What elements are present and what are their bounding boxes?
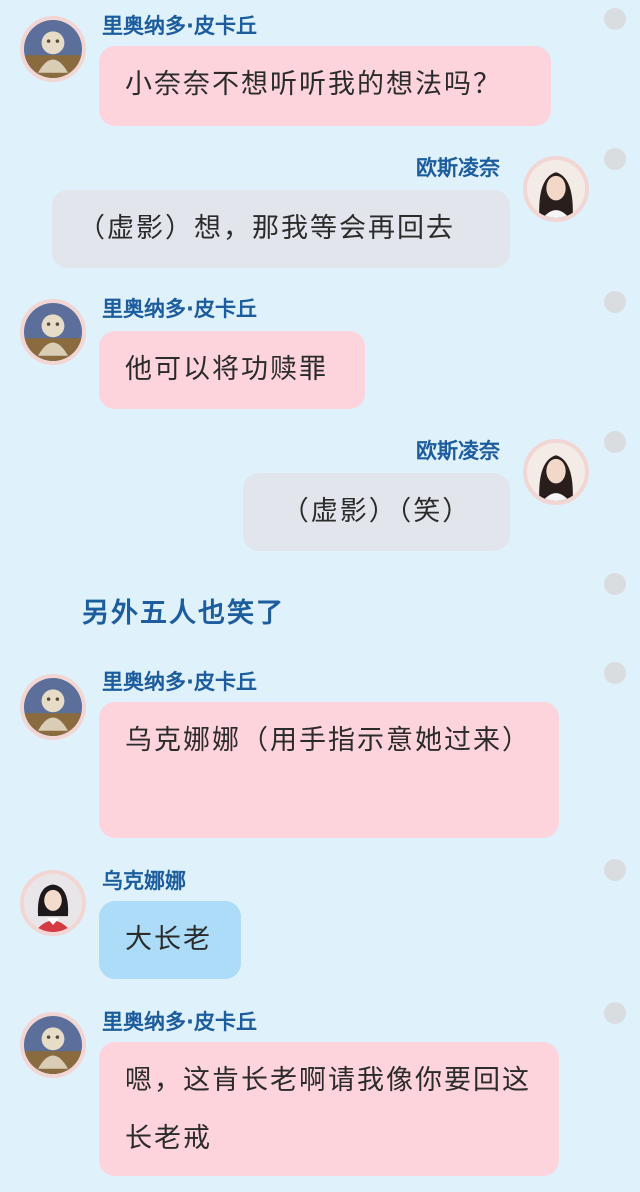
sender-name: 里奥纳多·皮卡丘 xyxy=(102,14,257,38)
girl-portrait-avatar[interactable] xyxy=(523,156,589,222)
message-menu-dot-icon[interactable] xyxy=(604,662,626,684)
narration-row: 另外五人也笑了 xyxy=(0,563,640,659)
sender-name: 里奥纳多·皮卡丘 xyxy=(102,670,257,694)
message-row: 里奥纳多·皮卡丘 嗯，这肯长老啊请我像你要回这长老戒 xyxy=(0,996,640,1192)
message-row: 欧斯凌奈 （虚影）（笑） xyxy=(0,423,640,563)
message-bubble: 乌克娜娜（用手指示意她过来） xyxy=(99,702,559,838)
message-menu-dot-icon[interactable] xyxy=(604,1002,626,1024)
message-row: 欧斯凌奈 （虚影）想，那我等会再回去 xyxy=(0,140,640,280)
sender-name: 乌克娜娜 xyxy=(102,869,186,893)
girl-red-dress-avatar[interactable] xyxy=(20,870,86,936)
message-menu-dot-icon[interactable] xyxy=(604,148,626,170)
chat-log: 里奥纳多·皮卡丘 小奈奈不想听听我的想法吗？ 欧斯凌奈 （虚影）想，那我等会再回… xyxy=(0,0,640,1192)
sender-name: 里奥纳多·皮卡丘 xyxy=(102,1010,257,1034)
message-menu-dot-icon[interactable] xyxy=(604,431,626,453)
elder-statue-avatar[interactable] xyxy=(20,674,86,740)
message-bubble: 嗯，这肯长老啊请我像你要回这长老戒 xyxy=(99,1042,559,1176)
sender-name: 欧斯凌奈 xyxy=(416,156,500,180)
message-menu-dot-icon[interactable] xyxy=(604,291,626,313)
message-menu-dot-icon[interactable] xyxy=(604,8,626,30)
girl-portrait-avatar[interactable] xyxy=(523,439,589,505)
message-bubble: 他可以将功赎罪 xyxy=(99,331,365,409)
message-row: 里奥纳多·皮卡丘 乌克娜娜（用手指示意她过来） xyxy=(0,658,640,848)
elder-statue-avatar[interactable] xyxy=(20,1012,86,1078)
message-row: 里奥纳多·皮卡丘 小奈奈不想听听我的想法吗？ xyxy=(0,0,640,140)
message-bubble: 小奈奈不想听听我的想法吗？ xyxy=(99,46,551,126)
message-menu-dot-icon[interactable] xyxy=(604,573,626,595)
message-row: 乌克娜娜 大长老 xyxy=(0,853,640,993)
message-bubble: （虚影）想，那我等会再回去 xyxy=(52,190,510,268)
elder-statue-avatar[interactable] xyxy=(20,16,86,82)
message-bubble: （虚影）（笑） xyxy=(243,473,510,551)
narration-text: 另外五人也笑了 xyxy=(82,598,285,629)
elder-statue-avatar[interactable] xyxy=(20,299,86,365)
message-bubble: 大长老 xyxy=(99,901,241,979)
sender-name: 欧斯凌奈 xyxy=(416,439,500,463)
message-row: 里奥纳多·皮卡丘 他可以将功赎罪 xyxy=(0,283,640,423)
sender-name: 里奥纳多·皮卡丘 xyxy=(102,297,257,321)
message-menu-dot-icon[interactable] xyxy=(604,859,626,881)
